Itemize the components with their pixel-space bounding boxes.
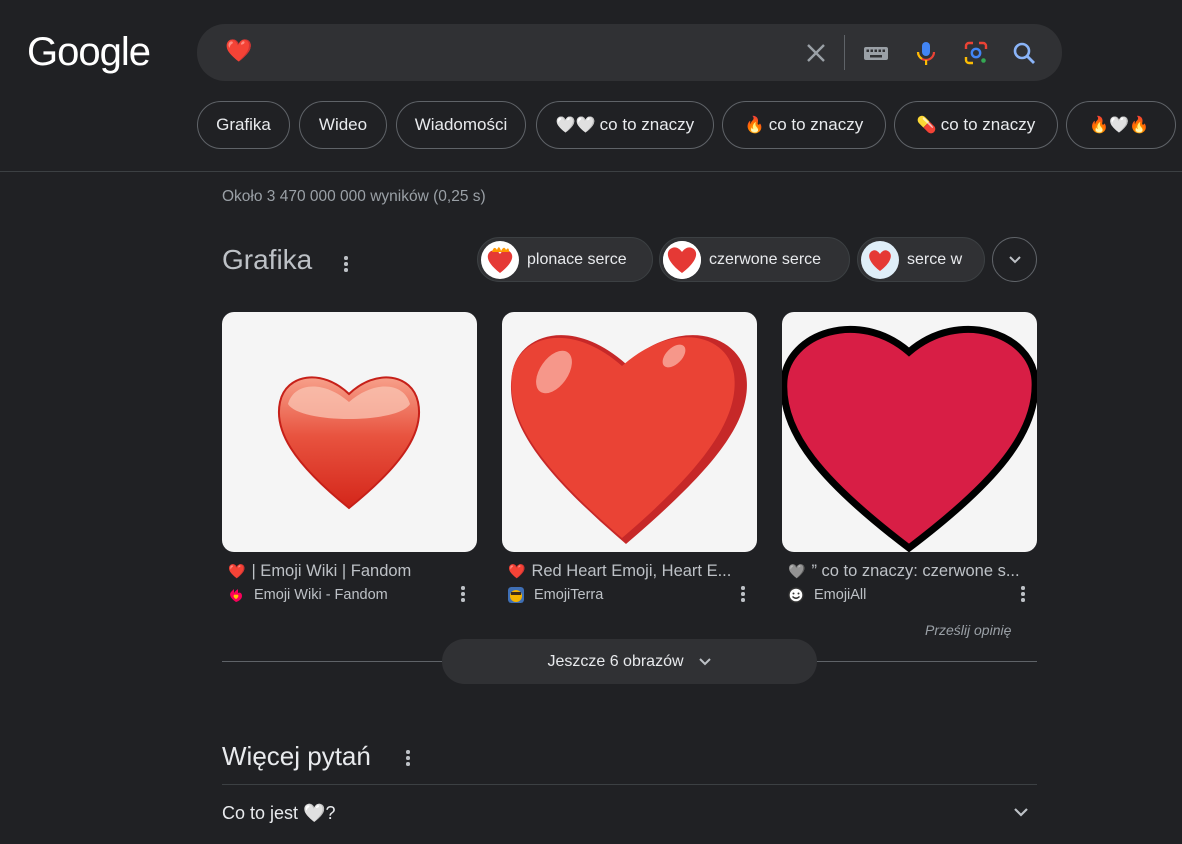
paa-section-title: Więcej pytań [222,741,371,771]
chip-label: Wiadomości [414,115,508,134]
chip-label: co to znaczy [940,115,1036,134]
image-card-2[interactable]: ❤️ Red Heart Emoji, Heart E... EmojiTerra [502,312,757,603]
more-images-label: Jeszcze 6 obrazów [547,652,684,670]
chevron-down-icon [1008,255,1021,263]
image-card-source[interactable]: Emoji Wiki - Fandom [254,587,388,603]
chip-fire[interactable]: 🔥 co to znaczy [722,101,886,149]
chip-grafika[interactable]: Grafika [197,101,290,149]
image-result-1[interactable] [222,312,477,552]
grey-heart-icon: 🩶 [788,563,806,579]
search-divider [844,35,845,70]
chip-emoji: 🤍🤍 [555,117,596,134]
image-card-title[interactable]: Red Heart Emoji, Heart E... [531,562,731,581]
image-card-source[interactable]: EmojiAll [814,587,866,603]
emojiall-favicon-icon [788,587,804,603]
filter-chip-label: serce w [907,250,963,268]
chip-label: co to znaczy [768,115,864,134]
chip-emoji: 🔥🤍🔥 [1089,117,1149,134]
chevron-down-icon [698,657,711,665]
chip-pill[interactable]: 💊 co to znaczy [894,101,1058,149]
chip-emoji: 💊 [916,117,937,134]
chip-wiadomosci[interactable]: Wiadomości [396,101,526,149]
search-chips: Grafika Wideo Wiadomości 🤍🤍 co to znaczy … [197,101,1182,151]
fire-heart-thumb-icon [481,240,519,279]
image-result-3[interactable] [782,312,1037,552]
more-options-icon[interactable] [741,586,745,604]
image-card-title[interactable]: | Emoji Wiki | Fandom [251,562,411,581]
image-card-source[interactable]: EmojiTerra [534,587,603,603]
filter-chip-czerwone-serce[interactable]: czerwone serce [659,237,850,282]
filter-chip-serce-w[interactable]: serce w [857,237,985,282]
chip-label: co to znaczy [599,115,695,134]
images-section-menu-icon[interactable] [344,256,348,274]
emojiterra-favicon-icon [508,587,524,603]
heart-thumb-icon [861,240,899,279]
chip-label: Wideo [318,115,368,134]
fandom-favicon-icon [230,589,242,602]
heart-icon: ❤️ [228,563,246,579]
header-divider [0,171,1182,172]
keyboard-icon[interactable] [863,40,889,66]
paa-divider [222,784,1037,785]
more-images-button[interactable]: Jeszcze 6 obrazów [442,639,817,684]
image-card-title[interactable]: ” co to znaczy: czerwone s... [811,562,1019,581]
more-options-icon[interactable] [461,586,465,604]
mic-icon[interactable] [913,40,939,66]
filter-chip-label: czerwone serce [709,250,822,268]
paa-menu-icon[interactable] [406,750,410,768]
close-icon[interactable] [803,40,829,66]
chip-fire-heart-fire[interactable]: 🔥🤍🔥 [1066,101,1176,149]
filter-chip-label: plonace serce [527,250,627,268]
result-stats: Około 3 470 000 000 wyników (0,25 s) [222,188,486,205]
chip-white-hearts[interactable]: 🤍🤍 co to znaczy [536,101,714,149]
search-bar[interactable]: ❤️ [197,24,1062,81]
google-logo[interactable]: Google [27,30,151,75]
heart-icon: ❤️ [508,563,526,579]
search-input[interactable]: ❤️ [225,38,252,64]
chip-label: Grafika [216,115,271,134]
images-section-title: Grafika [222,244,313,275]
feedback-link[interactable]: Prześlij opinię [925,622,1011,638]
red-heart-thumb-icon [663,240,701,279]
filter-expand-button[interactable] [992,237,1037,282]
chip-emoji: 🔥 [744,117,765,134]
image-result-2[interactable] [502,312,757,552]
lens-icon[interactable] [963,40,989,66]
image-card-1[interactable]: ❤️ | Emoji Wiki | Fandom Emoji Wiki - Fan… [222,312,477,603]
search-icon[interactable] [1011,40,1037,66]
chip-wideo[interactable]: Wideo [299,101,387,149]
more-options-icon[interactable] [1021,586,1025,604]
filter-chip-plonace-serce[interactable]: plonace serce [477,237,653,282]
chevron-down-icon[interactable] [1012,806,1030,818]
image-card-3[interactable]: 🩶 ” co to znaczy: czerwone s... EmojiAll [782,312,1037,603]
paa-question[interactable]: Co to jest 🤍? [222,803,335,824]
